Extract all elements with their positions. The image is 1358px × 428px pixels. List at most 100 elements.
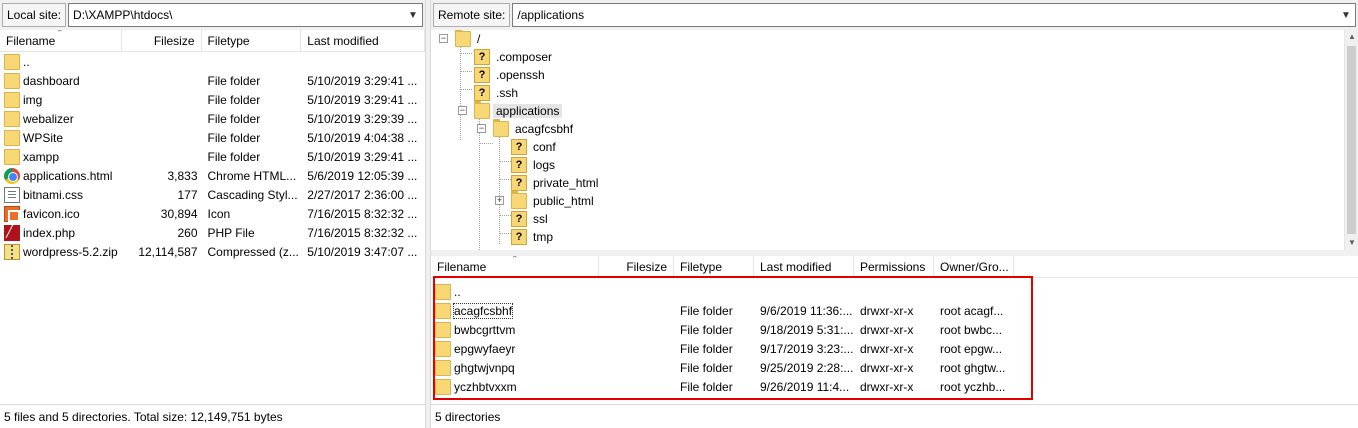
tree-node[interactable]: acagfcsbhf [493,119,576,138]
filename-cell: webalizer [0,110,122,127]
file-row[interactable]: .. [0,52,425,71]
column-header-last-modified[interactable]: Last modified [301,30,425,51]
tree-connector [460,89,472,90]
file-row[interactable]: .. [431,282,1358,301]
unknown-folder-icon: ? [511,157,527,173]
filetype-cell: File folder [207,130,261,145]
column-header-filesize[interactable]: Filesize [122,30,202,51]
collapse-icon[interactable]: − [458,106,467,115]
remote-directory-tree: − /? .composer? .openssh? .ssh − applications −… [431,30,1344,250]
filename-text: .. [454,284,461,299]
tree-node[interactable]: ? ssl [511,210,551,228]
folder-icon [4,148,20,165]
last-modified-cell: 5/10/2019 3:47:07 ... [307,244,418,259]
last-modified-cell: 9/26/2019 11:4... [760,379,850,394]
owner-group-cell: root bwbc... [940,322,1003,337]
tree-node[interactable]: ? tmp [511,228,556,246]
file-row[interactable]: applications.html 3,833 Chrome HTML... 5/6/… [0,166,425,185]
tree-connector [479,143,493,144]
permissions-cell: drwxr-xr-x [860,360,914,375]
last-modified-cell: 9/17/2019 3:23:... [760,341,854,356]
folder-icon [435,340,451,357]
file-row[interactable]: xampp File folder 5/10/2019 3:29:41 ... [0,147,425,166]
tree-connector [499,161,511,162]
chevron-down-icon[interactable]: ▼ [404,10,422,21]
folder-icon [493,119,509,137]
column-header-filetype[interactable]: Filetype [202,30,302,51]
scrollbar-thumb[interactable] [1347,46,1356,234]
file-row[interactable]: WPSite File folder 5/10/2019 4:04:38 ... [0,128,425,147]
local-site-path-input[interactable]: D:\XAMPP\htdocs\ ▼ [68,3,423,27]
tree-node-label: / [477,32,481,46]
filename-text: ghgtwjvnpq [454,360,515,375]
permissions-cell: drwxr-xr-x [860,322,914,337]
tree-vertical-scrollbar[interactable]: ▲ ▼ [1344,30,1358,250]
tree-node[interactable]: / [455,30,483,48]
column-header-permissions[interactable]: Permissions [854,256,934,277]
remote-site-path-input[interactable]: /applications ▼ [512,3,1356,27]
tree-connector [499,215,511,216]
folder-icon [435,302,451,319]
scroll-down-icon[interactable]: ▼ [1345,236,1358,250]
tree-node[interactable]: ? logs [511,156,558,174]
file-row[interactable]: epgwyfaeyr File folder 9/17/2019 3:23:... d… [431,339,1358,358]
filesize-cell: 30,894 [160,206,198,221]
unknown-folder-icon: ? [474,85,490,101]
file-row[interactable]: index.php 260 PHP File 7/16/2015 8:32:32 ..… [0,223,425,242]
collapse-icon[interactable]: − [439,34,448,43]
column-header-filesize[interactable]: Filesize [599,256,674,277]
sort-ascending-icon: ⌃ [56,30,64,38]
column-header-owner-group[interactable]: Owner/Gro... [934,256,1014,277]
tree-connector [460,53,472,54]
tree-node[interactable]: applications [474,101,563,120]
file-row[interactable]: wordpress-5.2.zip 12,114,587 Compressed (z… [0,242,425,261]
column-header-filename[interactable]: ⌃ Filename [431,256,599,277]
filename-text: wordpress-5.2.zip [23,244,118,259]
tree-node[interactable]: ? .openssh [474,66,548,84]
file-row[interactable]: acagfcsbhf File folder 9/6/2019 11:36:... d… [431,301,1358,320]
tree-node-label: private_html [533,176,599,190]
tree-node[interactable]: ? .ssh [474,84,521,102]
tree-node[interactable]: ? .composer [474,48,555,66]
file-row[interactable]: bwbcgrttvm File folder 9/18/2019 5:31:... d… [431,320,1358,339]
filename-cell: img [0,91,122,108]
last-modified-cell: 5/6/2019 12:05:39 ... [307,168,418,183]
column-header-last-modified[interactable]: Last modified [754,256,854,277]
last-modified-cell: 5/10/2019 3:29:39 ... [307,111,418,126]
filename-cell: xampp [0,148,122,165]
filename-cell: bitnami.css [0,186,122,203]
filetype-cell: File folder [207,111,261,126]
folder-icon [511,191,527,209]
filename-cell: yczhbtvxxm [431,378,599,395]
tree-node[interactable]: ? conf [511,138,559,156]
chevron-down-icon[interactable]: ▼ [1337,10,1355,21]
unknown-folder-icon: ? [511,175,527,191]
file-row[interactable]: img File folder 5/10/2019 3:29:41 ... [0,90,425,109]
tree-node[interactable]: ? private_html [511,174,601,192]
php-file-icon [4,224,20,241]
filename-text: img [23,92,43,107]
folder-icon [4,110,20,127]
permissions-cell: drwxr-xr-x [860,303,914,318]
column-header-filetype[interactable]: Filetype [674,256,754,277]
collapse-icon[interactable]: − [477,124,486,133]
file-row[interactable]: webalizer File folder 5/10/2019 3:29:39 ..… [0,109,425,128]
scroll-up-icon[interactable]: ▲ [1345,30,1358,44]
file-row[interactable]: yczhbtvxxm File folder 9/26/2019 11:4... dr… [431,377,1358,396]
expand-icon[interactable]: + [495,196,504,205]
column-header-filename[interactable]: ⌃ Filename [0,30,122,51]
unknown-folder-icon: ? [511,211,527,227]
filetype-cell: Chrome HTML... [207,168,297,183]
filename-cell: epgwyfaeyr [431,340,599,357]
filename-cell: acagfcsbhf [431,302,599,319]
column-header-label: Last modified [760,260,832,274]
file-row[interactable]: favicon.ico 30,894 Icon 7/16/2015 8:32:32 .… [0,204,425,223]
tree-node-label: logs [533,158,556,172]
filesize-cell: 177 [177,187,198,202]
last-modified-cell: 5/10/2019 3:29:41 ... [307,92,418,107]
file-row[interactable]: ghgtwjvnpq File folder 9/25/2019 2:28:... d… [431,358,1358,377]
file-row[interactable]: dashboard File folder 5/10/2019 3:29:41 ..… [0,71,425,90]
file-row[interactable]: bitnami.css 177 Cascading Styl... 2/27/2017… [0,185,425,204]
tree-node[interactable]: public_html [511,191,597,210]
filetype-cell: File folder [680,303,733,318]
